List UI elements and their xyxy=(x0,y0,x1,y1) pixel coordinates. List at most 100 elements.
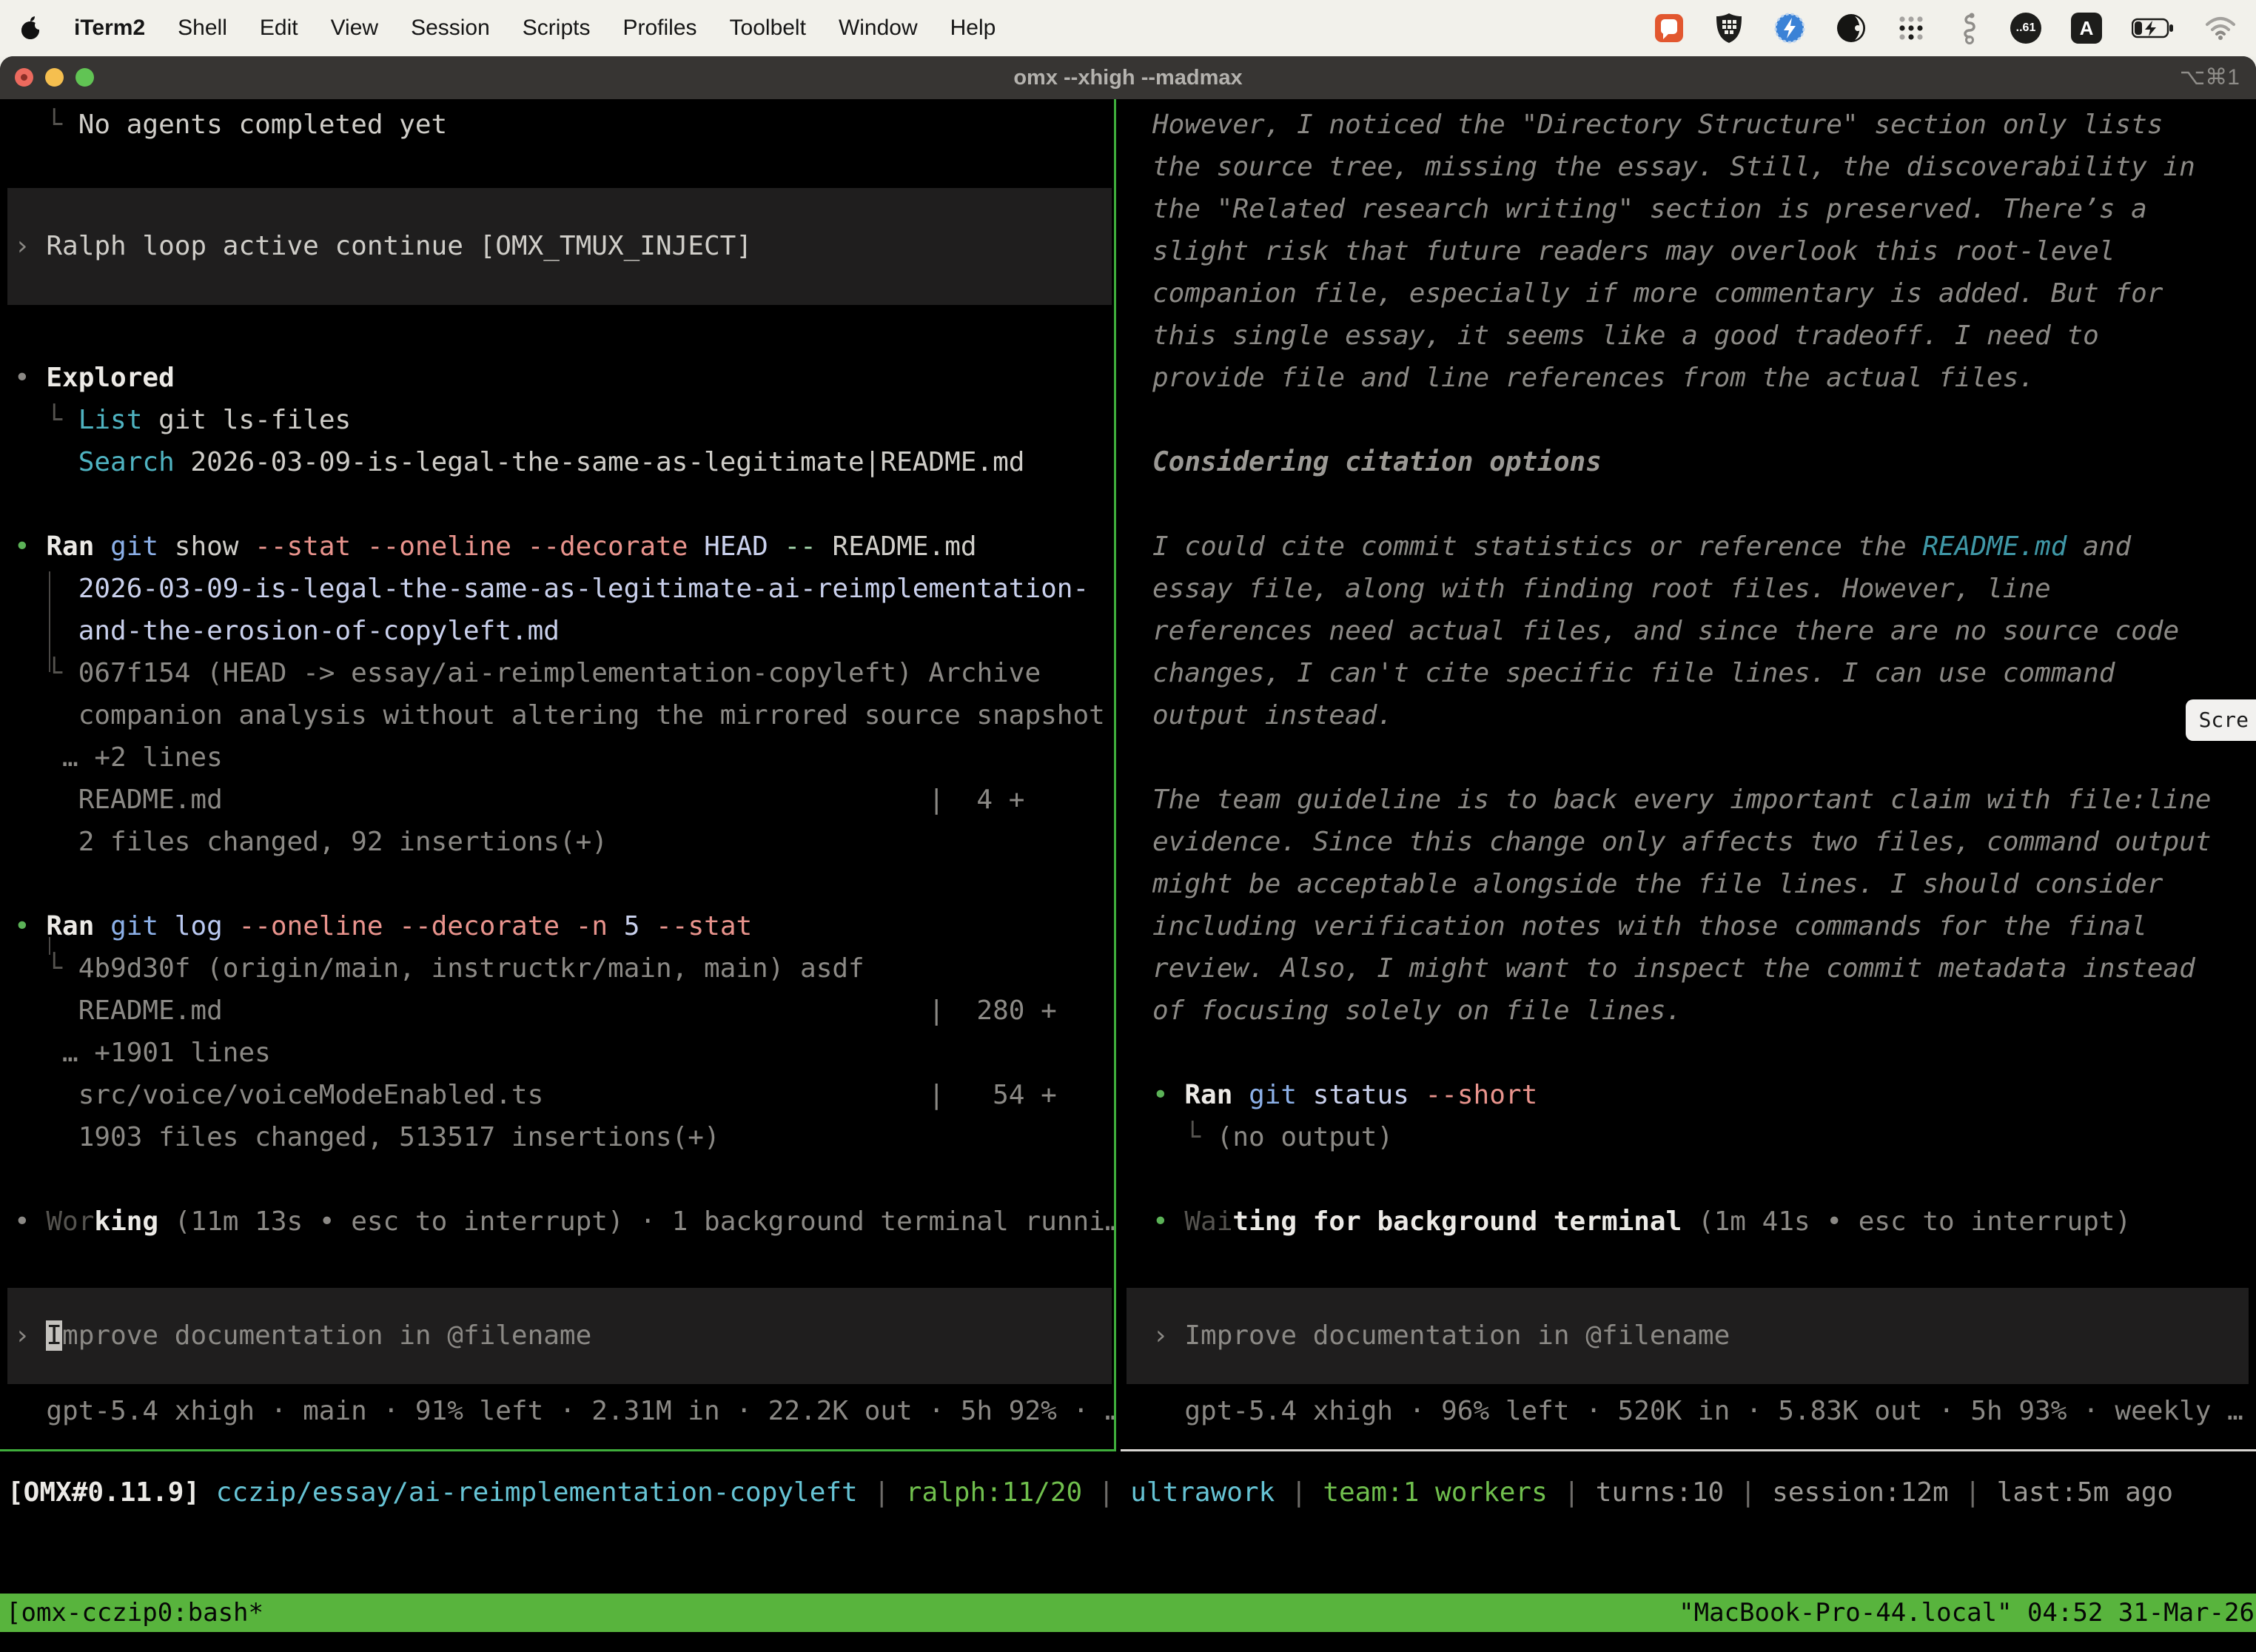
battery-icon[interactable] xyxy=(2132,17,2175,39)
terminal-line: └ (no output) xyxy=(1152,1116,2255,1158)
terminal-line: └ List git ls-files xyxy=(14,399,1114,441)
menu-bar: iTerm2 Shell Edit View Session Scripts Profil… xyxy=(0,0,2256,56)
menu-bar-status-icons: ..61 A xyxy=(1654,12,2237,44)
terminal-line xyxy=(14,863,1114,905)
menu-item-help[interactable]: Help xyxy=(950,16,996,41)
terminal-line: Search 2026-03-09-is-legal-the-same-as-l… xyxy=(14,441,1114,483)
wifi-icon[interactable] xyxy=(2204,16,2237,41)
terminal-line xyxy=(1152,736,2255,779)
terminal-line: • Explored xyxy=(14,357,1114,399)
terminal-line: this single essay, it seems like a good … xyxy=(1152,315,2255,357)
ralph-loop-text: › Ralph loop active continue [OMX_TMUX_I… xyxy=(7,225,1112,267)
pane-border-bottom-right xyxy=(1121,1449,2256,1451)
squiggle-icon[interactable] xyxy=(1955,12,1981,44)
terminal-line: • Ran git log --oneline --decorate -n 5 … xyxy=(14,905,1114,947)
window-shortcut-hint: ⌥⌘1 xyxy=(2180,56,2240,99)
terminal-line: provide file and line references from th… xyxy=(1152,357,2255,399)
terminal-content: └ No agents completed yet • Explored └ Li… xyxy=(0,99,2256,1652)
terminal-line xyxy=(14,146,1114,188)
tmux-session-name: [omx-cczip0:bash* xyxy=(6,1594,263,1632)
letter-a-badge-icon[interactable]: A xyxy=(2071,13,2102,44)
apple-logo-icon xyxy=(19,15,41,41)
count-badge-icon[interactable]: ..61 xyxy=(2010,13,2041,44)
terminal-line: companion analysis without altering the … xyxy=(14,694,1114,736)
tmux-status-bar: [omx-cczip0:bash* "MacBook-Pro-44.local"… xyxy=(0,1594,2256,1632)
menu-item-toolbelt[interactable]: Toolbelt xyxy=(730,16,806,41)
terminal-line: the source tree, missing the essay. Stil… xyxy=(1152,146,2255,188)
menu-item-scripts[interactable]: Scripts xyxy=(523,16,591,41)
pane-divider-vertical[interactable] xyxy=(1114,99,1116,1451)
terminal-line: • Ran git show --stat --oneline --decora… xyxy=(14,526,1114,568)
terminal-line: └ 4b9d30f (origin/main, instructkr/main,… xyxy=(14,947,1114,990)
terminal-line: and-the-erosion-of-copyleft.md xyxy=(14,610,1114,652)
window-title: omx --xhigh --madmax xyxy=(0,56,2256,99)
menu-item-shell[interactable]: Shell xyxy=(178,16,227,41)
terminal-line: changes, I can't cite specific file line… xyxy=(1152,652,2255,694)
tree-connector xyxy=(49,571,50,672)
terminal-line: README.md | 280 + xyxy=(14,990,1114,1032)
terminal-line xyxy=(14,315,1114,357)
terminal-line: └ No agents completed yet xyxy=(14,104,1114,146)
left-model-status-line: gpt-5.4 xhigh · main · 91% left · 2.31M … xyxy=(14,1390,1114,1432)
terminal-line: I could cite commit statistics or refere… xyxy=(1152,526,2255,568)
terminal-line: references need actual files, and since … xyxy=(1152,610,2255,652)
menu-item-session[interactable]: Session xyxy=(411,16,490,41)
omx-status-line: [OMX#0.11.9] cczip/essay/ai-reimplementa… xyxy=(7,1471,2256,1514)
terminal-line: of focusing solely on file lines. xyxy=(1152,990,2255,1032)
right-model-status-line: gpt-5.4 xhigh · 96% left · 520K in · 5.8… xyxy=(1152,1390,2255,1432)
iterm-window: omx --xhigh --madmax ⌥⌘1 └ No agents com… xyxy=(0,56,2256,1652)
menu-item-edit[interactable]: Edit xyxy=(260,16,298,41)
terminal-line xyxy=(14,483,1114,526)
terminal-line: 2 files changed, 92 insertions(+) xyxy=(14,821,1114,863)
window-titlebar[interactable]: omx --xhigh --madmax ⌥⌘1 xyxy=(0,56,2256,99)
right-prompt-input[interactable]: › Improve documentation in @filename xyxy=(1127,1288,2249,1384)
left-prompt-text: › Improve documentation in @filename xyxy=(7,1314,1112,1357)
terminal-line: output instead. xyxy=(1152,694,2255,736)
pie-icon[interactable] xyxy=(1836,13,1867,44)
menu-item-window[interactable]: Window xyxy=(839,16,918,41)
chat-icon[interactable] xyxy=(1654,13,1685,44)
terminal-line: • Waiting for background terminal (1m 41… xyxy=(1152,1201,2255,1243)
terminal-line xyxy=(1152,1158,2255,1201)
apple-menu-icon[interactable] xyxy=(19,15,41,41)
terminal-line: └ 067f154 (HEAD -> essay/ai-reimplementa… xyxy=(14,652,1114,694)
left-prompt-input[interactable]: › Improve documentation in @filename xyxy=(7,1288,1112,1384)
shield-grid-icon[interactable] xyxy=(1714,12,1744,44)
menu-items: Shell Edit View Session Scripts Profiles Toolb… xyxy=(178,16,996,41)
menu-app-name[interactable]: iTerm2 xyxy=(74,16,145,41)
terminal-line: companion file, especially if more comme… xyxy=(1152,272,2255,315)
menu-item-profiles[interactable]: Profiles xyxy=(622,16,696,41)
terminal-line: • Working (11m 13s • esc to interrupt) ·… xyxy=(14,1201,1114,1243)
terminal-line: src/voice/voiceModeEnabled.ts | 54 + xyxy=(14,1074,1114,1116)
terminal-line: 1903 files changed, 513517 insertions(+) xyxy=(14,1116,1114,1158)
dots-grid-icon[interactable] xyxy=(1896,13,1926,43)
terminal-line xyxy=(1152,483,2255,526)
terminal-line: Considering citation options xyxy=(1152,441,2255,483)
terminal-line: However, I noticed the "Directory Struct… xyxy=(1152,104,2255,146)
terminal-line: essay file, along with finding root file… xyxy=(1152,568,2255,610)
right-prompt-text: › Improve documentation in @filename xyxy=(1127,1314,2249,1357)
tree-connector xyxy=(49,937,50,955)
terminal-line: might be acceptable alongside the file l… xyxy=(1152,863,2255,905)
ralph-loop-banner[interactable]: › Ralph loop active continue [OMX_TMUX_I… xyxy=(7,188,1112,305)
menu-item-view[interactable]: View xyxy=(331,16,378,41)
pane-border-bottom-left xyxy=(0,1449,1114,1451)
terminal-line xyxy=(1152,399,2255,441)
terminal-line: evidence. Since this change only affects… xyxy=(1152,821,2255,863)
terminal-line: including verification notes with those … xyxy=(1152,905,2255,947)
lightning-badge-icon[interactable] xyxy=(1773,12,1806,44)
right-pane-output: However, I noticed the "Directory Struct… xyxy=(1152,104,2255,1243)
terminal-line: 2026-03-09-is-legal-the-same-as-legitima… xyxy=(14,568,1114,610)
terminal-line: The team guideline is to back every impo… xyxy=(1152,779,2255,821)
terminal-line: … +1901 lines xyxy=(14,1032,1114,1074)
screen-chip-overlay[interactable]: Scre xyxy=(2186,699,2256,741)
terminal-line: the "Related research writing" section i… xyxy=(1152,188,2255,230)
terminal-line xyxy=(14,1158,1114,1201)
terminal-line xyxy=(1152,1032,2255,1074)
tmux-host-clock: "MacBook-Pro-44.local" 04:52 31-Mar-26 xyxy=(1679,1594,2255,1632)
terminal-line: • Ran git status --short xyxy=(1152,1074,2255,1116)
terminal-line: review. Also, I might want to inspect th… xyxy=(1152,947,2255,990)
terminal-line: slight risk that future readers may over… xyxy=(1152,230,2255,272)
terminal-line: README.md | 4 + xyxy=(14,779,1114,821)
terminal-line: … +2 lines xyxy=(14,736,1114,779)
